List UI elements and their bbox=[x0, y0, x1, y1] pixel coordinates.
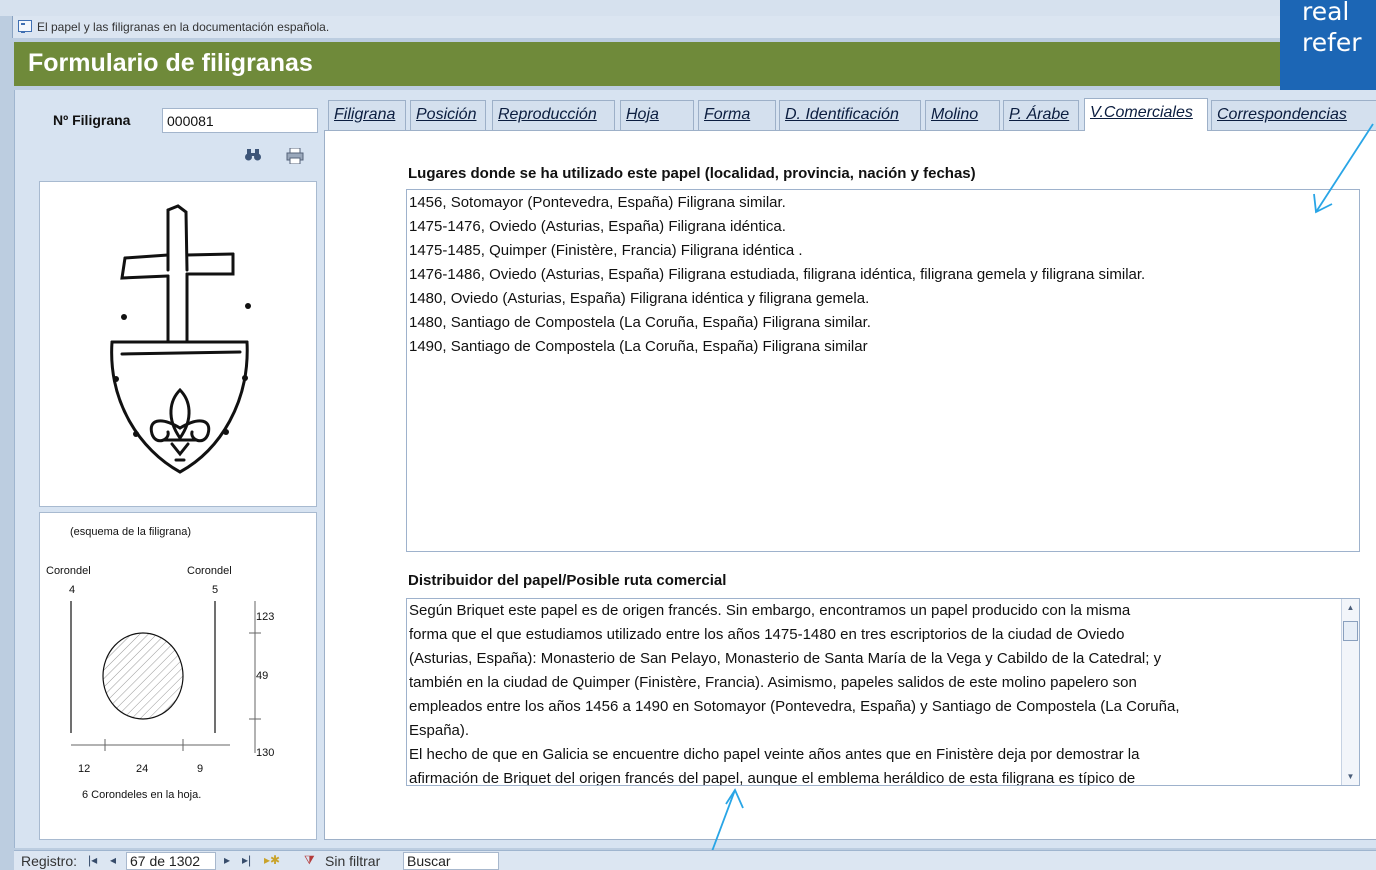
print-icon[interactable] bbox=[285, 147, 305, 168]
prev-record-icon[interactable]: ◂ bbox=[110, 853, 116, 867]
scroll-up-icon[interactable]: ▲ bbox=[1342, 599, 1359, 616]
tab-filigrana[interactable]: Filigrana bbox=[328, 100, 406, 130]
window-titlebar: El papel y las filigranas en la document… bbox=[12, 16, 1376, 38]
filter-icon[interactable]: ⧩ bbox=[304, 853, 315, 868]
tab-reproduccion[interactable]: Reproducción bbox=[492, 100, 615, 130]
distribuidor-line: Según Briquet este papel es de origen fr… bbox=[409, 602, 1131, 619]
tab-content-v-comerciales: Lugares donde se ha utilizado este papel… bbox=[324, 130, 1376, 840]
form-header: Formulario de filigranas bbox=[14, 42, 1376, 86]
search-field[interactable]: Buscar bbox=[403, 852, 499, 870]
distribuidor-line: (Asturias, España): Monasterio de San Pe… bbox=[409, 650, 1162, 667]
callout-line-1: real bbox=[1302, 0, 1350, 26]
lugares-line: 1456, Sotomayor (Pontevedra, España) Fil… bbox=[409, 194, 786, 211]
registro-label: Registro: bbox=[21, 853, 78, 869]
watermark-scheme: (esquema de la filigrana) Corondel 4 Cor… bbox=[39, 512, 317, 840]
record-position-field[interactable]: 67 de 1302 bbox=[126, 852, 216, 870]
filigrana-number-label: Nº Filigrana bbox=[53, 112, 131, 128]
distribuidor-line: afirmación de Briquet del origen francés… bbox=[409, 770, 1136, 786]
lugares-textarea[interactable]: 1456, Sotomayor (Pontevedra, España) Fil… bbox=[406, 189, 1360, 552]
watermark-image bbox=[39, 181, 317, 507]
distribuidor-scrollbar[interactable]: ▲ ▼ bbox=[1341, 599, 1359, 785]
last-record-icon[interactable]: ▸| bbox=[242, 853, 251, 867]
form-body: Nº Filigrana 000081 (esquema de la filig… bbox=[14, 90, 1376, 848]
tab-v-comerciales[interactable]: V.Comerciales bbox=[1084, 98, 1208, 131]
tab-p-arabe[interactable]: P. Árabe bbox=[1003, 100, 1079, 130]
filigrana-number-field[interactable]: 000081 bbox=[162, 108, 318, 133]
binoculars-icon[interactable] bbox=[243, 148, 263, 168]
tab-posicion[interactable]: Posición bbox=[410, 100, 486, 130]
distribuidor-line: empleados entre los años 1456 a 1490 en … bbox=[409, 698, 1180, 715]
distribuidor-line: España). bbox=[409, 722, 470, 739]
distribuidor-label: Distribuidor del papel/Posible ruta come… bbox=[408, 572, 727, 589]
lugares-line: 1490, Santiago de Compostela (La Coruña,… bbox=[409, 338, 868, 355]
distribuidor-line: también en la ciudad de Quimper (Finistè… bbox=[409, 674, 1137, 691]
distribuidor-line: forma que el que estudiamos utilizado en… bbox=[409, 626, 1125, 643]
record-navigation-bar: Registro: |◂ ◂ 67 de 1302 ▸ ▸| ▸✱ ⧩ Sin … bbox=[14, 850, 1376, 870]
tab-hoja[interactable]: Hoja bbox=[620, 100, 694, 130]
watermark-drawing bbox=[110, 204, 251, 474]
callout-line-2: refer bbox=[1302, 28, 1362, 57]
scroll-thumb[interactable] bbox=[1343, 621, 1358, 641]
scheme-drawing bbox=[70, 601, 261, 753]
lugares-line: 1476-1486, Oviedo (Asturias, España) Fil… bbox=[409, 266, 1146, 283]
scroll-down-icon[interactable]: ▼ bbox=[1342, 768, 1359, 785]
lugares-line: 1475-1485, Quimper (Finistère, Francia) … bbox=[409, 242, 803, 259]
tab-d-identificacion[interactable]: D. Identificación bbox=[779, 100, 921, 130]
form-icon bbox=[18, 20, 32, 33]
binoculars-icon-glyph bbox=[245, 149, 261, 161]
tab-control: Filigrana Posición Reproducción Hoja For… bbox=[324, 90, 1376, 840]
tab-forma[interactable]: Forma bbox=[698, 100, 776, 130]
filter-status[interactable]: Sin filtrar bbox=[325, 853, 380, 869]
print-icon-glyph bbox=[286, 147, 304, 165]
page-title: Formulario de filigranas bbox=[28, 49, 313, 77]
new-record-icon[interactable]: ▸✱ bbox=[264, 853, 280, 867]
next-record-icon[interactable]: ▸ bbox=[224, 853, 230, 867]
top-strip bbox=[0, 0, 1376, 16]
lugares-label: Lugares donde se ha utilizado este papel… bbox=[408, 165, 976, 182]
first-record-icon[interactable]: |◂ bbox=[88, 853, 97, 867]
lugares-line: 1475-1476, Oviedo (Asturias, España) Fil… bbox=[409, 218, 786, 235]
distribuidor-line: El hecho de que en Galicia se encuentre … bbox=[409, 746, 1140, 763]
window-title: El papel y las filigranas en la document… bbox=[37, 20, 330, 34]
lugares-line: 1480, Santiago de Compostela (La Coruña,… bbox=[409, 314, 871, 331]
lugares-line: 1480, Oviedo (Asturias, España) Filigran… bbox=[409, 290, 870, 307]
tab-correspondencias[interactable]: Correspondencias bbox=[1211, 100, 1376, 130]
tab-molino[interactable]: Molino bbox=[925, 100, 1000, 130]
distribuidor-textarea[interactable]: Según Briquet este papel es de origen fr… bbox=[406, 598, 1360, 786]
